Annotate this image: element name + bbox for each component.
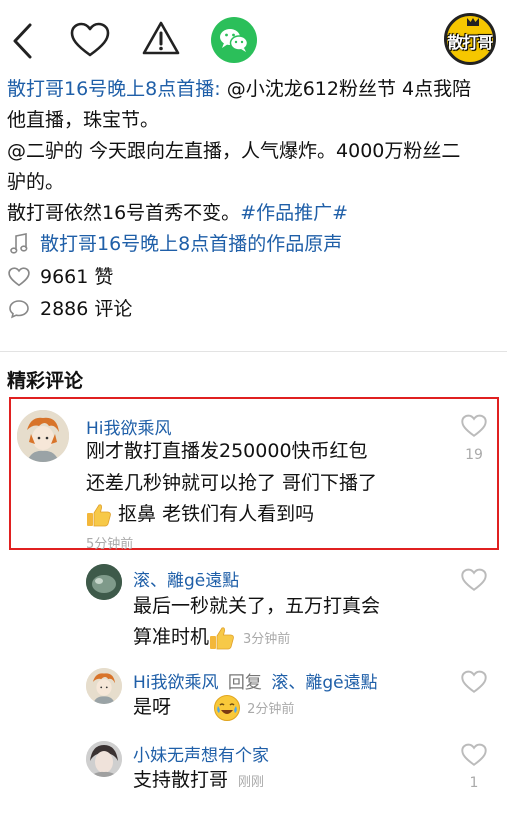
heart-icon[interactable]: [70, 22, 110, 58]
reply-label: 回复: [227, 673, 262, 693]
comment-text-line-1-text: 支持散打哥: [133, 769, 229, 791]
comment-text-line-3: 抠鼻 老铁们有人看到吗: [86, 499, 314, 530]
comment-bubble-icon: [9, 300, 29, 319]
logo-text: 散打哥: [447, 33, 493, 52]
comment-username[interactable]: 小妹无声想有个家: [133, 741, 269, 766]
comment-text-line-3-text: 抠鼻 老铁们有人看到吗: [112, 503, 315, 525]
thumbs-up-emoji-icon: [87, 503, 111, 526]
hashtag-link[interactable]: #作品推广#: [240, 202, 348, 224]
comment-text-line-2-text: 算准时机: [133, 626, 210, 648]
comment-username[interactable]: 滚、離gē遠點: [133, 566, 239, 591]
avatar-illustration: [86, 741, 122, 777]
post-line-5: 散打哥依然16号首秀不变。#作品推广#: [7, 198, 502, 229]
comment-like-count: 1: [469, 775, 479, 791]
comment-text-line-2: 还差几秒钟就可以抢了 哥们下播了: [86, 472, 378, 494]
avatar[interactable]: [86, 564, 122, 600]
post-body: 散打哥16号晚上8点首播: @小沈龙612粉丝节 4点我陪 他直播，珠宝节。 @…: [7, 74, 502, 229]
top-bar: 散打哥: [0, 0, 507, 80]
post-line-5-text: 散打哥依然16号首秀不变。: [7, 202, 241, 224]
comment-text-line-2: 算准时机 3分钟前: [133, 622, 290, 655]
avatar-illustration: [17, 410, 69, 462]
comment-text-line-1-text: 是呀: [133, 696, 172, 718]
post-line-1: 散打哥16号晚上8点首播: @小沈龙612粉丝节 4点我陪: [7, 74, 502, 105]
comment-like-count: 19: [465, 447, 483, 463]
thumbs-up-emoji-icon: [210, 626, 234, 649]
comment-text-line-1: 刚才散打直播发250000快币红包: [86, 440, 368, 462]
likes-count: 9661 赞: [40, 266, 114, 288]
like-heart-icon: [8, 267, 30, 287]
comment-like-heart-icon[interactable]: [461, 414, 487, 438]
comments-count: 2886 评论: [40, 298, 133, 320]
post-line-3: @二驴的 今天跟向左直播，人气爆炸。4000万粉丝二: [7, 140, 461, 162]
post-line-1-text: @小沈龙612粉丝节 4点我陪: [220, 78, 472, 100]
music-note-icon: [10, 233, 28, 254]
post-line-2: 他直播，珠宝节。: [7, 109, 160, 131]
avatar[interactable]: [17, 410, 69, 462]
reply-to-username[interactable]: 滚、離gē遠點: [271, 673, 377, 693]
reply-header: Hi我欲乘风 回复 滚、離gē遠點: [133, 668, 378, 693]
music-row[interactable]: 散打哥16号晚上8点首播的作品原声: [7, 229, 342, 259]
wechat-share-button[interactable]: [211, 17, 257, 63]
comment-username[interactable]: Hi我欲乘风: [133, 673, 219, 693]
comment-time: 3分钟前: [243, 632, 291, 647]
avatar-illustration: [86, 668, 122, 704]
comment-like-heart-icon[interactable]: [461, 568, 487, 592]
comment-time: 刚刚: [238, 775, 265, 790]
avatar[interactable]: [86, 668, 122, 704]
comment-time: 5分钟前: [86, 537, 134, 552]
comment-like-heart-icon[interactable]: [461, 743, 487, 767]
comment-text-line-1: 最后一秒就关了，五万打真会: [133, 595, 381, 617]
comment-text-line-1: 支持散打哥 刚刚: [133, 765, 264, 798]
crown-icon: [467, 18, 479, 26]
avatar-illustration: [86, 564, 122, 600]
post-title-link[interactable]: 散打哥16号晚上8点首播:: [7, 78, 221, 100]
comment-time: 2分钟前: [247, 702, 295, 717]
comment-text-line-1: 是呀 2分钟前: [133, 692, 294, 725]
comment-like-heart-icon[interactable]: [461, 670, 487, 694]
divider: [0, 351, 507, 352]
likes-row[interactable]: 9661 赞: [7, 262, 113, 292]
report-warning-icon[interactable]: [141, 20, 181, 56]
wechat-icon: [220, 29, 249, 52]
post-line-4: 驴的。: [7, 171, 65, 193]
section-title: 精彩评论: [7, 370, 84, 392]
crying-laugh-emoji-icon: [214, 694, 241, 721]
channel-logo[interactable]: 散打哥: [444, 13, 496, 65]
comments-row[interactable]: 2886 评论: [7, 294, 132, 324]
back-arrow-icon[interactable]: [10, 22, 36, 60]
avatar[interactable]: [86, 741, 122, 777]
music-source-link[interactable]: 散打哥16号晚上8点首播的作品原声: [40, 229, 342, 259]
